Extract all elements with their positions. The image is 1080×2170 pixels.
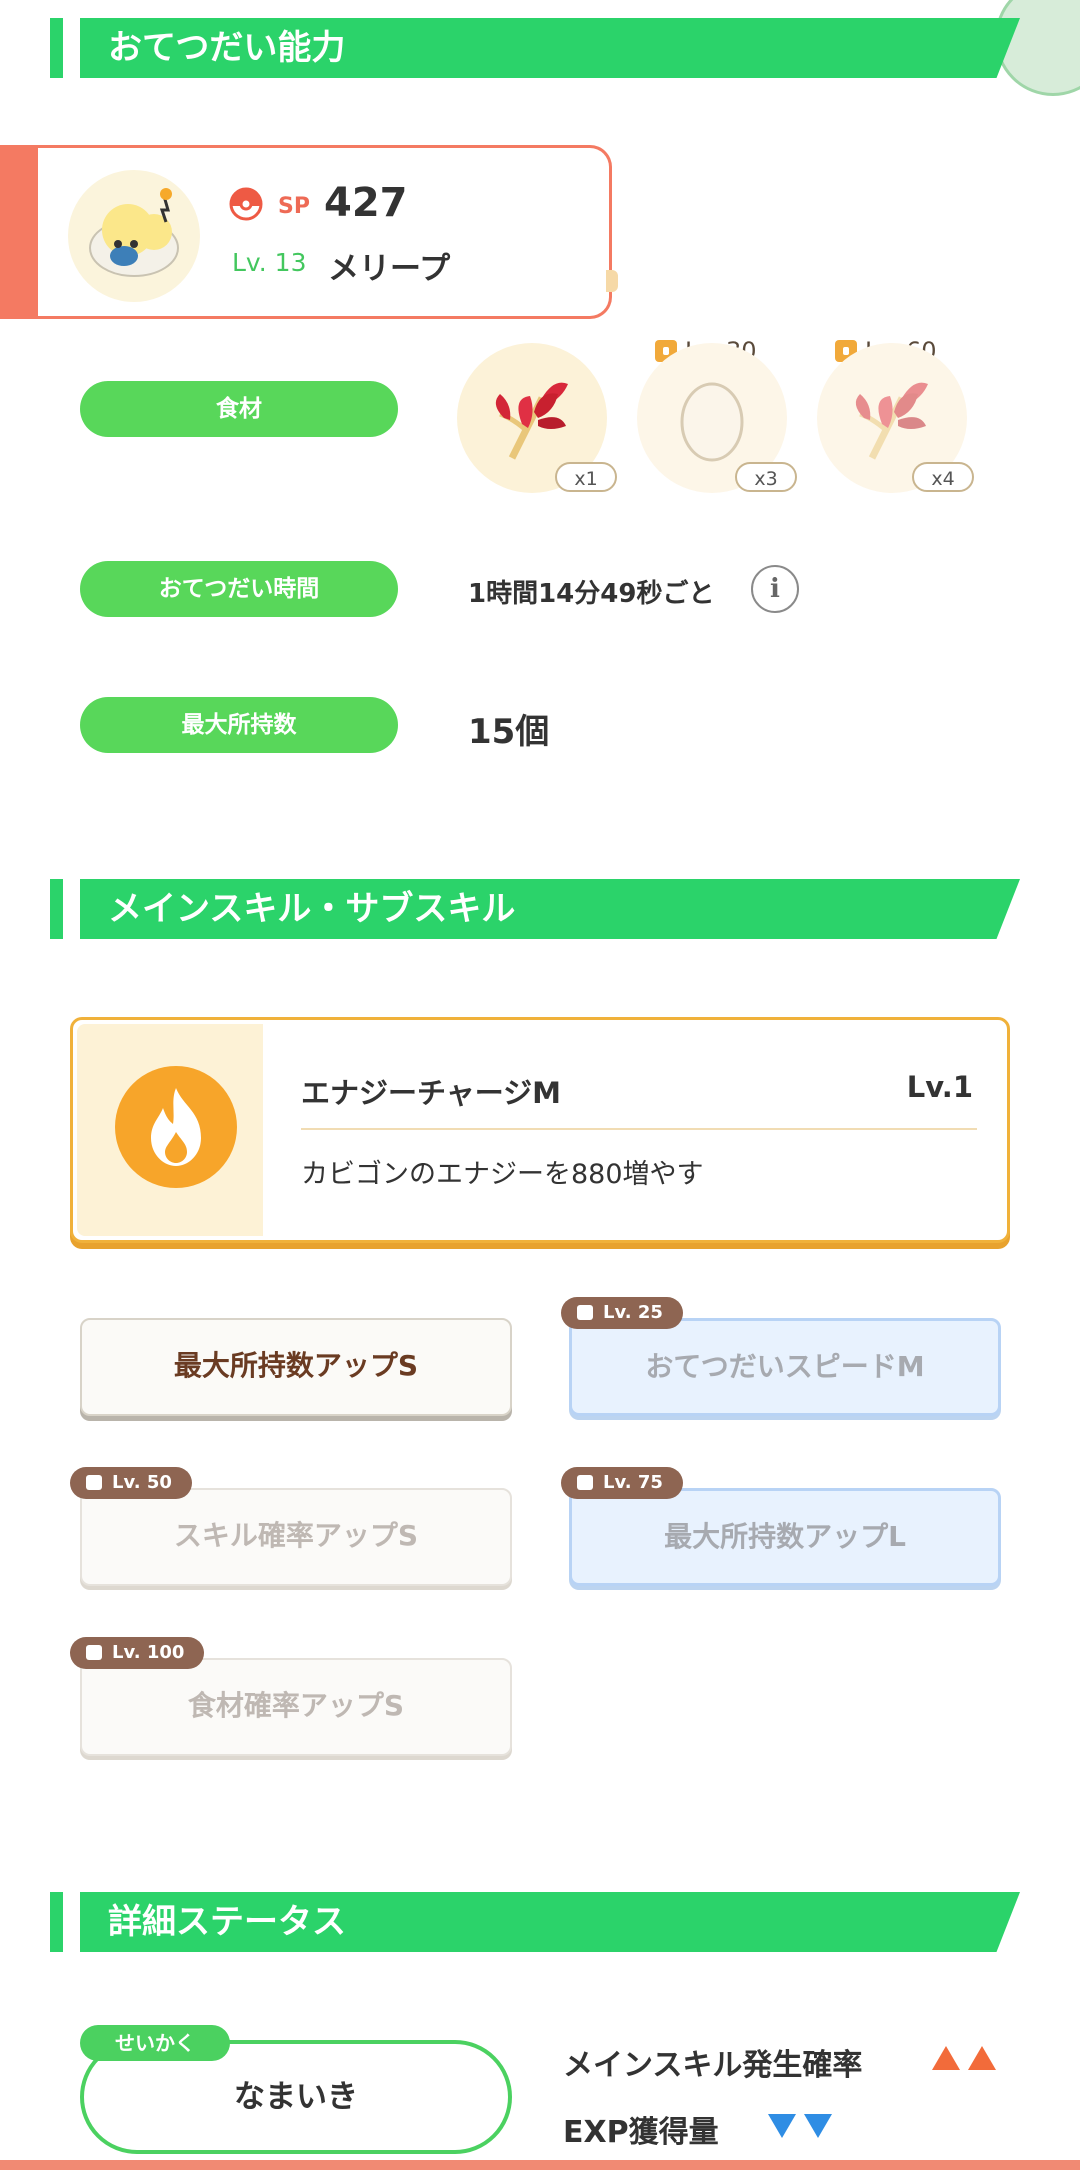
unlock-level: Lv. 75 — [603, 1472, 663, 1493]
info-button[interactable]: i — [751, 565, 799, 613]
nature-tag: せいかく — [80, 2025, 230, 2061]
main-skill-description: カビゴンのエナジーを880増やす — [301, 1159, 704, 1190]
sub-skill-name: スキル確率アップS — [173, 1519, 419, 1552]
sub-skill-unlock-badge: Lv. 75 — [561, 1467, 683, 1499]
sub-skill-unlock-badge: Lv. 25 — [561, 1297, 683, 1329]
sub-skill-5[interactable]: 食材確率アップS — [80, 1658, 512, 1756]
help-time-value: 1時間14分49秒ごと — [468, 579, 715, 609]
sub-skill-unlock-badge: Lv. 50 — [70, 1467, 192, 1499]
max-carry-value: 15個 — [468, 712, 550, 752]
ingredients-label: 食材 — [80, 381, 398, 437]
pokeball-icon — [229, 187, 263, 221]
main-skill-card[interactable]: エナジーチャージM Lv.1 カビゴンのエナジーを880増やす — [70, 1017, 1010, 1243]
nature-value: なまいき — [234, 2079, 358, 2115]
stat-exp-gain: EXP獲得量 — [563, 2115, 719, 2150]
ingredient-qty-3: x4 — [912, 462, 974, 492]
ingredient-qty-2: x3 — [735, 462, 797, 492]
down-arrow-icon — [804, 2114, 832, 2138]
pokemon-name: メリープ — [328, 251, 451, 287]
sub-skill-4[interactable]: 最大所持数アップL — [569, 1488, 1001, 1586]
sub-skill-3[interactable]: スキル確率アップS — [80, 1488, 512, 1586]
pokemon-level: Lv. 13 — [232, 248, 307, 277]
section-title-details: 詳細ステータス — [108, 1902, 346, 1942]
lock-icon — [577, 1475, 593, 1490]
sp-value: 427 — [324, 180, 408, 226]
main-skill-level: Lv.1 — [906, 1070, 973, 1104]
sub-skill-name: 最大所持数アップS — [173, 1349, 419, 1382]
main-skill-icon — [115, 1066, 237, 1188]
card-stripe — [0, 148, 38, 316]
fiery-herb-icon — [855, 382, 928, 460]
mareep-icon — [89, 188, 179, 277]
pokemon-avatar — [68, 170, 200, 302]
sub-skill-2[interactable]: おてつだいスピードM — [569, 1318, 1001, 1416]
sub-skill-unlock-badge: Lv. 100 — [70, 1637, 205, 1669]
card-tab — [606, 270, 618, 292]
unlock-level: Lv. 25 — [603, 1302, 663, 1323]
section-marker — [50, 18, 63, 78]
sub-skill-name: 食材確率アップS — [187, 1689, 405, 1722]
sub-skill-name: おてつだいスピードM — [645, 1350, 925, 1383]
flame-icon — [151, 1088, 201, 1166]
pokemon-card[interactable]: SP 427 Lv. 13 メリープ — [0, 145, 612, 319]
divider — [301, 1128, 977, 1130]
up-arrow-icon — [968, 2046, 996, 2070]
lock-icon — [577, 1305, 593, 1320]
sub-skill-name: 最大所持数アップL — [664, 1520, 906, 1553]
main-skill-icon-area — [77, 1024, 263, 1236]
stat-main-skill-chance: メインスキル発生確率 — [563, 2048, 863, 2083]
sp-label: SP — [278, 194, 310, 219]
section-title-help-ability: おてつだい能力 — [108, 28, 346, 68]
section-marker — [50, 1892, 63, 1952]
max-carry-label: 最大所持数 — [80, 697, 398, 753]
bottom-strip — [0, 2160, 1080, 2170]
unlock-level: Lv. 100 — [112, 1642, 185, 1663]
up-arrow-icon — [932, 2046, 960, 2070]
main-skill-name: エナジーチャージM — [301, 1076, 561, 1110]
fiery-herb-icon — [495, 382, 568, 460]
section-marker — [50, 879, 63, 939]
sub-skill-1[interactable]: 最大所持数アップS — [80, 1318, 512, 1416]
unlock-level: Lv. 50 — [112, 1472, 172, 1493]
help-time-label: おてつだい時間 — [80, 561, 398, 617]
lock-icon — [86, 1645, 102, 1660]
egg-icon — [680, 382, 744, 462]
down-arrow-icon — [768, 2114, 796, 2138]
lock-icon — [86, 1475, 102, 1490]
info-icon: i — [770, 574, 780, 604]
section-title-skills: メインスキル・サブスキル — [108, 889, 516, 929]
ingredient-qty-1: x1 — [555, 462, 617, 492]
